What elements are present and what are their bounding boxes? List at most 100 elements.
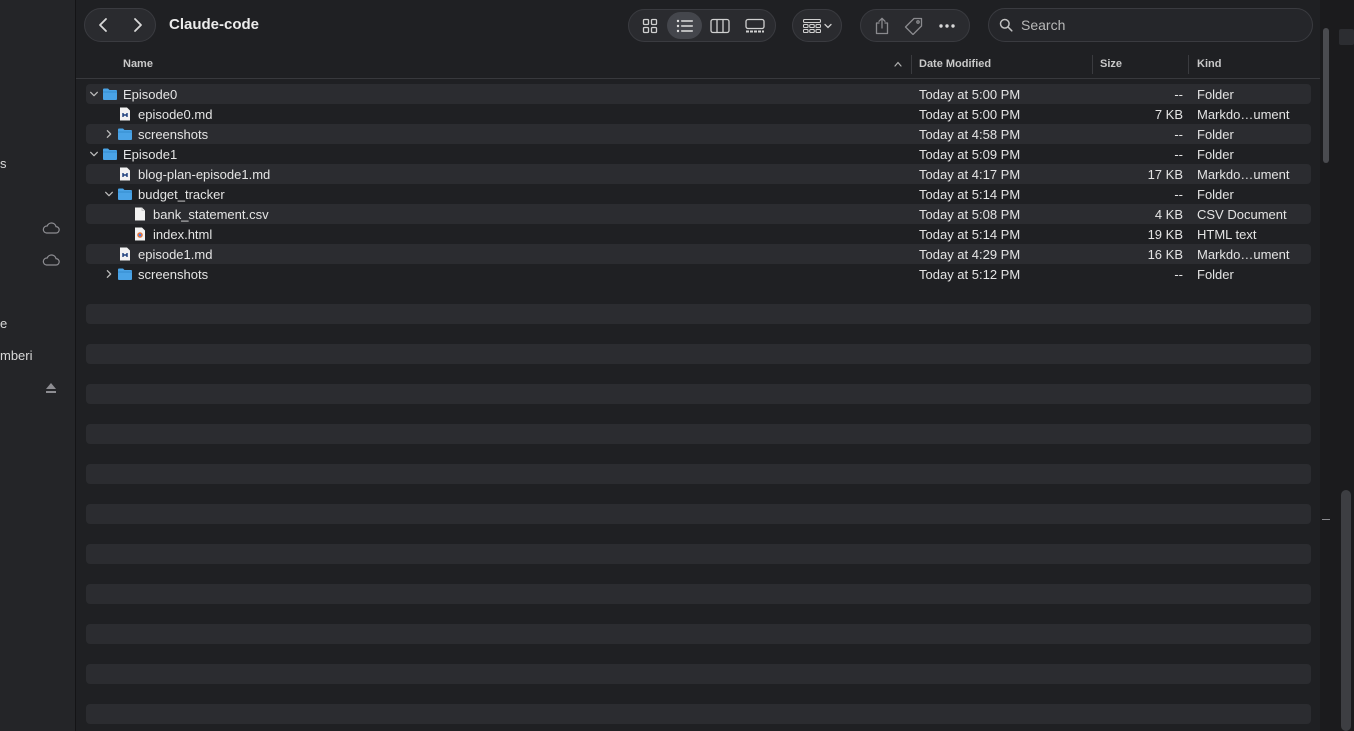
file-name: index.html: [153, 227, 213, 242]
empty-row: [86, 424, 1311, 444]
file-kind: Folder: [1197, 187, 1234, 202]
file-row[interactable]: blog-plan-episode1.md Today at 4:17 PM 17 …: [86, 164, 1311, 184]
file-size: --: [1174, 267, 1183, 282]
column-view-button[interactable]: [702, 12, 737, 39]
file-list: Episode0 Today at 5:00 PM -- Folder episode0…: [86, 84, 1311, 284]
file-row[interactable]: Episode1 Today at 5:09 PM -- Folder: [86, 144, 1311, 164]
file-size: 4 KB: [1154, 207, 1183, 222]
markdown-file-icon: [117, 167, 133, 181]
empty-row: [86, 584, 1311, 604]
file-date: Today at 5:00 PM: [919, 87, 1021, 102]
icloud-icon: [42, 222, 60, 234]
file-kind: Markdo…ument: [1197, 107, 1290, 122]
file-kind: Folder: [1197, 267, 1234, 282]
disclosure-collapsed-icon[interactable]: [103, 267, 115, 281]
empty-row: [86, 544, 1311, 564]
file-name: episode0.md: [138, 107, 213, 122]
file-kind: Folder: [1197, 127, 1234, 142]
search-icon: [999, 18, 1013, 32]
file-row[interactable]: Episode0 Today at 5:00 PM -- Folder: [86, 84, 1311, 104]
icon-view-icon: [642, 18, 657, 33]
empty-row: [86, 504, 1311, 524]
vertical-scrollbar-thumb[interactable]: [1323, 28, 1329, 163]
sidebar-item-label[interactable]: s: [0, 156, 7, 171]
file-row[interactable]: screenshots Today at 4:58 PM -- Folder: [86, 124, 1311, 144]
column-date-header[interactable]: Date Modified: [919, 58, 991, 70]
file-kind: Markdo…ument: [1197, 167, 1290, 182]
file-name: Episode1: [123, 147, 178, 162]
group-by-button[interactable]: [792, 9, 842, 42]
scroll-position-marker: [1322, 519, 1330, 520]
column-name-header[interactable]: Name: [123, 58, 153, 70]
back-button[interactable]: [85, 9, 120, 41]
file-date: Today at 5:14 PM: [919, 227, 1021, 242]
group-by-icon: [802, 18, 821, 33]
file-date: Today at 5:09 PM: [919, 147, 1021, 162]
folder-icon: [102, 87, 118, 101]
markdown-file-icon: [117, 107, 133, 121]
list-view-icon: [676, 19, 693, 32]
gallery-view-icon: [744, 18, 765, 32]
list-view-button[interactable]: [667, 12, 702, 39]
sidebar-item-label[interactable]: mberi: [0, 348, 33, 363]
toolbar: Claude-code: [76, 0, 1320, 50]
empty-row: [86, 384, 1311, 404]
chevron-left-icon: [98, 18, 107, 32]
empty-row: [86, 304, 1311, 324]
file-date: Today at 4:58 PM: [919, 127, 1021, 142]
file-row[interactable]: budget_tracker Today at 5:14 PM -- Folder: [86, 184, 1311, 204]
folder-icon: [117, 267, 133, 281]
chevron-down-icon: [823, 23, 832, 28]
folder-icon: [117, 187, 133, 201]
empty-row: [86, 704, 1311, 724]
panel-toggle-button[interactable]: [1339, 29, 1354, 45]
file-row[interactable]: bank_statement.csv Today at 5:08 PM 4 KB CS…: [86, 204, 1311, 224]
file-kind: HTML text: [1197, 227, 1257, 242]
sidebar-item-label[interactable]: e: [0, 316, 7, 331]
sidebar: s e mberi: [0, 0, 76, 731]
more-icon[interactable]: [938, 23, 956, 29]
eject-icon[interactable]: [45, 382, 57, 394]
file-size: --: [1174, 147, 1183, 162]
outer-scrollbar-thumb[interactable]: [1341, 490, 1351, 731]
tag-icon[interactable]: [904, 17, 924, 35]
empty-row: [86, 344, 1311, 364]
forward-button[interactable]: [120, 9, 155, 41]
column-kind-header[interactable]: Kind: [1197, 58, 1221, 70]
disclosure-expanded-icon[interactable]: [88, 147, 100, 161]
file-row[interactable]: index.html Today at 5:14 PM 19 KB HTML text: [86, 224, 1311, 244]
csv-file-icon: [132, 207, 148, 221]
file-date: Today at 4:17 PM: [919, 167, 1021, 182]
file-date: Today at 5:00 PM: [919, 107, 1021, 122]
share-icon[interactable]: [874, 17, 890, 35]
sort-ascending-icon[interactable]: [894, 61, 902, 67]
empty-row: [86, 464, 1311, 484]
file-date: Today at 5:08 PM: [919, 207, 1021, 222]
finder-window: Claude-code Search Name Date Modified Si…: [76, 0, 1320, 731]
file-size: 17 KB: [1147, 167, 1183, 182]
file-name: screenshots: [138, 127, 209, 142]
file-name: bank_statement.csv: [153, 207, 269, 222]
file-kind: CSV Document: [1197, 207, 1287, 222]
file-name: screenshots: [138, 267, 209, 282]
file-kind: Folder: [1197, 147, 1234, 162]
file-date: Today at 5:14 PM: [919, 187, 1021, 202]
file-row[interactable]: screenshots Today at 5:12 PM -- Folder: [86, 264, 1311, 284]
disclosure-expanded-icon[interactable]: [88, 87, 100, 101]
html-file-icon: [132, 227, 148, 241]
file-size: 7 KB: [1154, 107, 1183, 122]
icon-view-button[interactable]: [632, 12, 667, 39]
disclosure-collapsed-icon[interactable]: [103, 127, 115, 141]
file-date: Today at 4:29 PM: [919, 247, 1021, 262]
search-input[interactable]: [1021, 17, 1301, 33]
disclosure-expanded-icon[interactable]: [103, 187, 115, 201]
file-name: Episode0: [123, 87, 178, 102]
file-kind: Folder: [1197, 87, 1234, 102]
file-row[interactable]: episode0.md Today at 5:00 PM 7 KB Markdo…um…: [86, 104, 1311, 124]
search-field[interactable]: [988, 8, 1313, 42]
gallery-view-button[interactable]: [737, 12, 772, 39]
file-row[interactable]: episode1.md Today at 4:29 PM 16 KB Markdo…u…: [86, 244, 1311, 264]
navigation-group: [84, 8, 156, 42]
column-size-header[interactable]: Size: [1100, 58, 1122, 70]
markdown-file-icon: [117, 247, 133, 261]
